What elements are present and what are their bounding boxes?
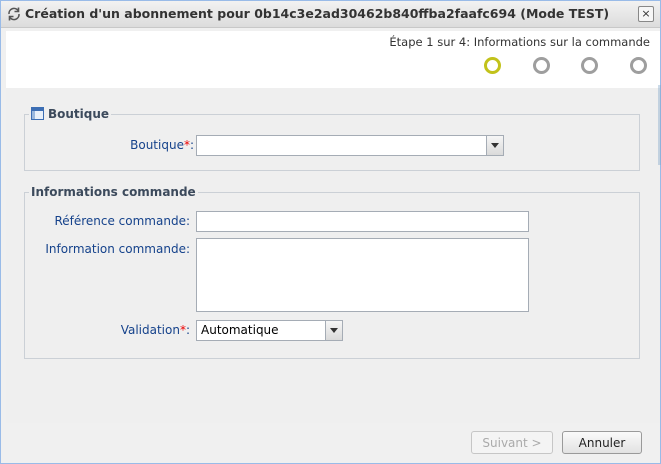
dialog-window: Création d'un abonnement pour 0b14c3e2ad… — [0, 0, 661, 464]
wizard-header: Étape 1 sur 4: Informations sur la comma… — [6, 31, 660, 88]
boutique-legend-text: Boutique — [48, 107, 110, 121]
info-label: Information commande: — [45, 242, 190, 256]
label-colon: : — [185, 323, 190, 337]
label-colon: : — [189, 138, 194, 152]
refresh-icon — [8, 7, 20, 21]
window-icon — [31, 107, 44, 120]
step-1-dot — [484, 57, 501, 74]
step-2-dot — [533, 57, 550, 74]
title-bar: Création d'un abonnement pour 0b14c3e2ad… — [1, 1, 660, 28]
order-legend: Informations commande — [31, 185, 196, 199]
boutique-select[interactable] — [196, 135, 504, 156]
form-content: Boutique Boutique*: Informations command… — [6, 88, 660, 423]
chevron-down-icon[interactable] — [325, 321, 342, 340]
boutique-legend: Boutique — [29, 107, 111, 121]
close-icon[interactable]: × — [641, 7, 650, 20]
step-3-dot — [581, 57, 598, 74]
close-button[interactable]: × — [638, 6, 654, 22]
reference-input[interactable] — [196, 211, 529, 232]
info-textarea[interactable] — [196, 238, 529, 312]
dialog-title: Création d'un abonnement pour 0b14c3e2ad… — [25, 6, 610, 21]
chevron-down-icon[interactable] — [486, 136, 503, 155]
step-4-dot — [630, 57, 647, 74]
next-button[interactable]: Suivant > — [471, 431, 553, 454]
reference-label: Référence commande: — [54, 214, 190, 228]
validation-select-value: Automatique — [201, 323, 279, 337]
validation-select[interactable]: Automatique — [196, 320, 343, 341]
validation-label-text: Validation — [120, 323, 180, 337]
boutique-label-text: Boutique — [130, 138, 184, 152]
boutique-label: Boutique*: — [86, 138, 194, 152]
step-indicator-text: Étape 1 sur 4: Informations sur la comma… — [389, 35, 650, 49]
cancel-button[interactable]: Annuler — [562, 431, 642, 454]
validation-label: Validation*: — [86, 323, 190, 337]
